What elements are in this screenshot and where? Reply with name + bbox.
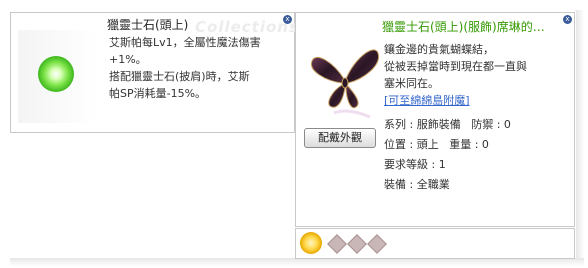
item-title: 獵靈士石(頭上)(服飾)席琳的… [382, 20, 545, 34]
item-description: 艾斯帕每Lv1，全屬性魔法傷害 +1%。 搭配獵靈士石(披肩)時，艾斯 帕SP消… [109, 34, 291, 102]
level-value: 1 [438, 158, 446, 171]
location-value: 頭上 [416, 138, 439, 151]
description-line: +1%。 [109, 53, 147, 66]
stats-row: 裝備 : 全職業 [384, 178, 450, 191]
costume-info-window: 獵靈士石(頭上)(服飾)席琳的… x 鑲金邊的貴氣蝴蝶結， 從被丟掉當時到現在都… [295, 12, 575, 227]
card-slot-panel [295, 228, 575, 259]
type-value: 服飾裝備 [416, 118, 461, 131]
equip-label: 裝備 [384, 178, 406, 191]
description-line: 帕SP消耗量-15%。 [109, 87, 207, 100]
green-orb-icon [38, 56, 74, 92]
description-line: 搭配獵靈士石(披肩)時，艾斯 [109, 70, 250, 83]
weight-label: 重量 [449, 138, 472, 151]
item-info-window: Collections 獵靈士石(頭上) x 艾斯帕每Lv1，全屬性魔法傷害 +… [10, 12, 298, 133]
description-line: 鑲金邊的貴氣蝴蝶結， [384, 43, 494, 56]
window-shadow [576, 10, 584, 262]
empty-slot[interactable] [347, 234, 367, 254]
item-image [18, 30, 98, 123]
type-label: 系列 [384, 118, 406, 131]
empty-slot[interactable] [367, 234, 387, 254]
enchant-link[interactable]: [可至綿綿島附魔] [384, 92, 527, 109]
wear-appearance-button[interactable]: 配戴外觀 [304, 128, 376, 148]
screen: Collections 獵靈士石(頭上) x 艾斯帕每Lv1，全屬性魔法傷害 +… [0, 0, 588, 268]
description-line: 從被丟掉當時到現在都一直與 [384, 60, 527, 73]
butterfly-ribbon-icon [310, 49, 380, 119]
card-icon [300, 232, 322, 254]
defense-label: 防禦 [471, 118, 494, 131]
empty-slot[interactable] [327, 234, 347, 254]
description-line: 艾斯帕每Lv1，全屬性魔法傷害 [109, 36, 261, 49]
equip-value: 全職業 [416, 178, 450, 191]
description-line: 塞米同在。 [384, 77, 439, 90]
stats-row: 系列 : 服飾裝備 防禦 : 0 [384, 118, 511, 131]
weight-value: 0 [481, 138, 489, 151]
level-label: 要求等級 [384, 158, 428, 171]
stats-row: 位置 : 頭上 重量 : 0 [384, 138, 489, 151]
item-title: 獵靈士石(頭上) [107, 18, 189, 32]
close-button[interactable]: x [283, 15, 292, 24]
location-label: 位置 [384, 138, 406, 151]
window-shadow [10, 258, 584, 266]
close-button[interactable]: x [563, 15, 572, 24]
item-stats: 系列 : 服飾裝備 防禦 : 0 位置 : 頭上 重量 : 0 要求等級 : 1… [384, 115, 511, 195]
defense-value: 0 [503, 118, 511, 131]
item-description: 鑲金邊的貴氣蝴蝶結， 從被丟掉當時到現在都一直與 塞米同在。 [可至綿綿島附魔] [384, 41, 527, 109]
stats-row: 要求等級 : 1 [384, 158, 446, 171]
